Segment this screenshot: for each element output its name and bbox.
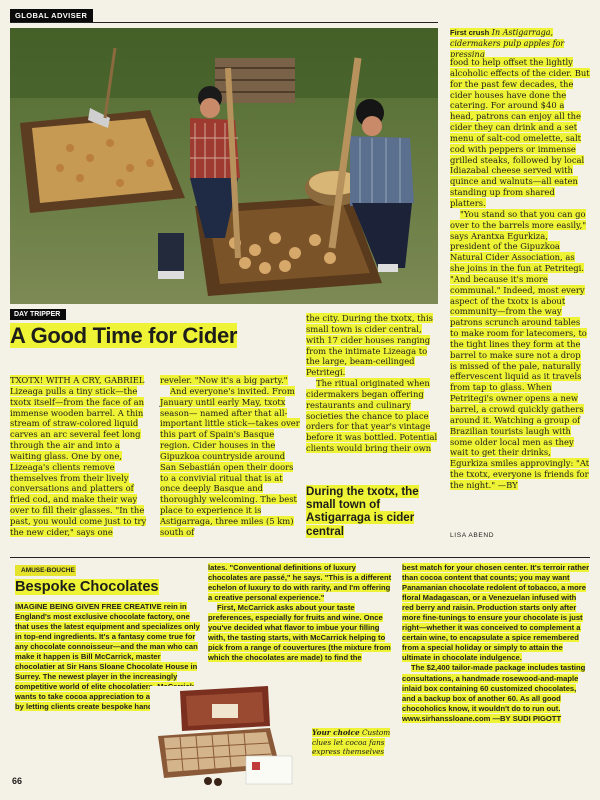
photo-caption-lead: First crush xyxy=(450,28,490,37)
article1-paragraph: TXOTX! WITH A CRY, GABRIEL Lizeaga pulls… xyxy=(10,375,147,537)
article2-paragraph: First, McCarrick asks about your taste p… xyxy=(208,603,391,663)
top-divider xyxy=(10,22,438,23)
article2-paragraph: The $2,400 tailor-made package includes … xyxy=(402,663,586,723)
cidermakers-photo xyxy=(10,28,438,304)
article2-paragraph: best match for your chosen center. It's … xyxy=(402,563,590,663)
article1-paragraph: "You stand so that you can go over to th… xyxy=(450,208,590,490)
section-label-day-tripper: DAY TRIPPER xyxy=(10,309,66,320)
chocolate-box-photo xyxy=(150,686,308,786)
article2-column-3: best match for your chosen center. It's … xyxy=(402,563,590,724)
article1-paragraph: the city. During the txotx, this small t… xyxy=(306,313,433,378)
page-number: 66 xyxy=(12,776,23,786)
chocolate-caption: Your choice Custom clues let cocoa fans … xyxy=(312,728,392,757)
headline-cider: A Good Time for Cider xyxy=(10,323,238,348)
article1-column-4: food to help offset the lightly alcoholi… xyxy=(450,57,590,491)
headline-chocolates: Bespoke Chocolates xyxy=(15,579,159,595)
article1-paragraph: And everyone's invited. From January unt… xyxy=(160,385,300,537)
article1-column-1: TXOTX! WITH A CRY, GABRIEL Lizeaga pulls… xyxy=(10,375,150,538)
pull-quote: During the txotx, the small town of Asti… xyxy=(306,485,419,538)
section-label-amuse-bouche: AMUSE-BOUCHE xyxy=(15,565,76,576)
article1-paragraph: reveler. "Now it's a big party." xyxy=(160,375,288,385)
section-divider xyxy=(10,557,590,558)
article2-column-2: lates. "Conventional definitions of luxu… xyxy=(208,563,396,663)
article1-column-2: reveler. "Now it's a big party." And eve… xyxy=(160,375,300,538)
byline-abend: LISA ABEND xyxy=(450,532,495,539)
article1-column-3: the city. During the txotx, this small t… xyxy=(306,313,440,454)
chocolate-caption-lead: Your choice xyxy=(312,728,360,737)
article1-paragraph: food to help offset the lightly alcoholi… xyxy=(450,57,590,208)
photo-caption: First crush In Astigarraga, cidermakers … xyxy=(450,27,590,61)
article2-paragraph: lates. "Conventional definitions of luxu… xyxy=(208,563,392,603)
section-tag: GLOBAL ADVISER xyxy=(10,9,93,22)
article1-paragraph: The ritual originated when cidermakers b… xyxy=(306,378,438,454)
